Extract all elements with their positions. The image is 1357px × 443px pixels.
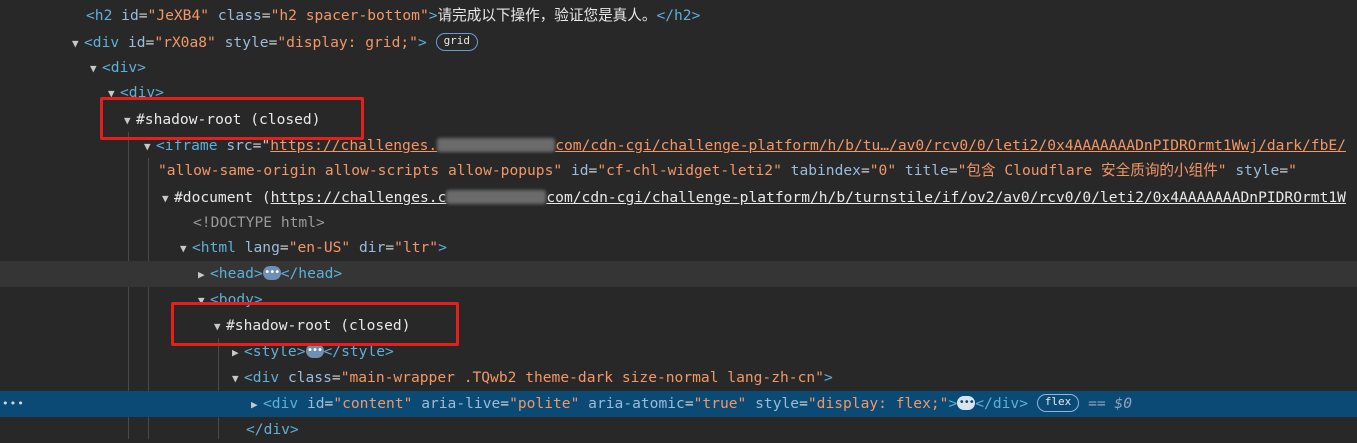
- tree-node-div-grid[interactable]: ▼ <div id="rX0a8" style="display: grid;">…: [0, 30, 1357, 56]
- tree-node-h2[interactable]: <h2 id="JeXB4" class="h2 spacer-bottom">…: [0, 3, 1357, 29]
- redacted-region: [446, 190, 547, 204]
- ellipsis-icon[interactable]: •••: [262, 266, 281, 280]
- tree-node-document[interactable]: ▼ #document (https://challenges.c com/cdn-…: [0, 185, 1357, 211]
- tree-node-div[interactable]: ▼ <div>: [0, 80, 1357, 106]
- tree-node-content-selected[interactable]: ••• ▶ <div id="content" aria-live="polite"…: [0, 391, 1357, 417]
- tree-node-head[interactable]: ▶ <head>•••</head>: [0, 261, 1357, 287]
- expand-toggle-icon[interactable]: ▼: [72, 31, 84, 56]
- expand-toggle-icon[interactable]: ▼: [198, 288, 210, 313]
- grid-badge[interactable]: grid: [435, 33, 479, 51]
- expand-toggle-icon[interactable]: ▼: [108, 81, 120, 106]
- tree-node-style[interactable]: ▶ <style>•••</style>: [0, 339, 1357, 365]
- iframe-src-link[interactable]: https://challenges. com/cdn-cgi/challenge…: [270, 137, 1346, 154]
- tree-node-body[interactable]: ▼ <body>: [0, 287, 1357, 313]
- expand-toggle-icon[interactable]: ▼: [162, 186, 174, 211]
- tree-node-doctype[interactable]: <!DOCTYPE html>: [0, 210, 1357, 236]
- collapse-toggle-icon[interactable]: ▶: [198, 262, 210, 287]
- tree-node-div[interactable]: ▼ <div>: [0, 55, 1357, 81]
- ellipsis-icon[interactable]: •••: [957, 396, 976, 410]
- expand-toggle-icon[interactable]: ▼: [90, 56, 102, 81]
- expand-toggle-icon[interactable]: ▼: [232, 366, 244, 391]
- document-url-link[interactable]: https://challenges.c com/cdn-cgi/challeng…: [271, 189, 1346, 206]
- tree-node-iframe[interactable]: ▼ <iframe src="https://challenges. com/cdn…: [0, 133, 1357, 159]
- h2-text: 请完成以下操作，验证您是真人。: [437, 7, 657, 24]
- tree-node-shadow-root[interactable]: ▼ #shadow-root (closed): [0, 107, 1357, 133]
- more-options-icon[interactable]: •••: [2, 391, 25, 417]
- tree-node-html[interactable]: ▼ <html lang="en-US" dir="ltr">: [0, 235, 1357, 261]
- expand-toggle-icon[interactable]: ▼: [180, 236, 192, 261]
- elements-tree: <h2 id="JeXB4" class="h2 spacer-bottom">…: [0, 0, 1357, 439]
- tree-node-main-wrapper[interactable]: ▼ <div class="main-wrapper .TQwb2 theme-d…: [0, 365, 1357, 391]
- ellipsis-icon[interactable]: •••: [305, 344, 324, 358]
- redacted-region: [437, 138, 556, 152]
- tree-node-shadow-root[interactable]: ▼ #shadow-root (closed): [0, 313, 1357, 339]
- expand-toggle-icon[interactable]: ▼: [214, 314, 226, 339]
- tree-node-div-close[interactable]: </div>: [0, 417, 1357, 443]
- expand-toggle-icon[interactable]: ▼: [144, 134, 156, 159]
- collapse-toggle-icon[interactable]: ▶: [232, 340, 244, 365]
- expand-toggle-icon[interactable]: ▼: [124, 108, 136, 133]
- flex-badge[interactable]: flex: [1036, 394, 1080, 412]
- console-ref: == $0: [1088, 395, 1133, 412]
- tree-node-iframe-attrs: "allow-same-origin allow-scripts allow-p…: [158, 162, 1297, 179]
- collapse-toggle-icon[interactable]: ▶: [251, 392, 263, 417]
